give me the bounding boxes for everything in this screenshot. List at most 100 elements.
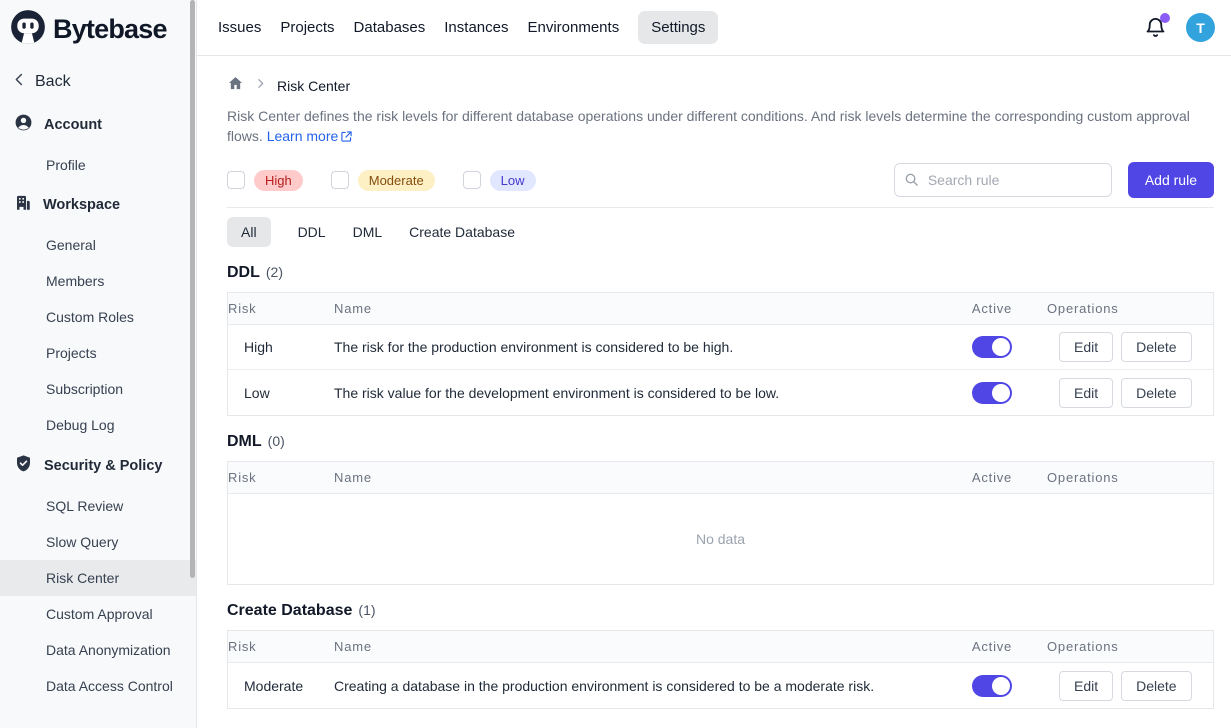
back-label: Back: [35, 73, 71, 91]
top-navigation: Issues Projects Databases Instances Envi…: [197, 0, 1231, 56]
edit-button[interactable]: Edit: [1059, 378, 1113, 408]
sidebar-group-account: Account: [0, 102, 196, 147]
tab-dml[interactable]: DML: [353, 217, 383, 247]
tab-create-database[interactable]: Create Database: [409, 217, 515, 247]
toggle-knob: [992, 384, 1010, 402]
delete-button[interactable]: Delete: [1121, 671, 1191, 701]
sidebar-item-projects[interactable]: Projects: [0, 335, 196, 371]
sidebar-group-label: Workspace: [43, 197, 120, 213]
page-description: Risk Center defines the risk levels for …: [227, 106, 1214, 146]
tab-ddl[interactable]: DDL: [298, 217, 326, 247]
user-avatar[interactable]: T: [1186, 13, 1215, 42]
high-checkbox[interactable]: [227, 171, 245, 189]
section-count: (1): [358, 602, 375, 618]
sidebar-item-custom-roles[interactable]: Custom Roles: [0, 299, 196, 335]
topnav-items: Issues Projects Databases Instances Envi…: [218, 11, 718, 44]
edit-button[interactable]: Edit: [1059, 671, 1113, 701]
external-link-icon: [338, 128, 353, 144]
filter-moderate: Moderate: [331, 170, 435, 191]
active-column-header: Active: [937, 462, 1047, 493]
moderate-risk-badge[interactable]: Moderate: [358, 170, 435, 191]
risk-value: Low: [228, 385, 334, 401]
toolbar-divider: [227, 207, 1214, 208]
brand-logo[interactable]: Bytebase: [0, 0, 196, 58]
risk-column-header: Risk: [228, 293, 334, 324]
nav-issues[interactable]: Issues: [218, 11, 261, 44]
sidebar-scrollbar[interactable]: [190, 0, 195, 578]
sidebar-item-profile[interactable]: Profile: [0, 147, 196, 183]
table-row: Moderate Creating a database in the prod…: [228, 663, 1213, 708]
add-rule-button[interactable]: Add rule: [1128, 162, 1214, 198]
settings-sidebar: Bytebase Back Account Profile Workspace: [0, 0, 197, 728]
active-toggle[interactable]: [972, 336, 1012, 358]
high-risk-badge[interactable]: High: [254, 170, 303, 191]
active-toggle[interactable]: [972, 675, 1012, 697]
back-button[interactable]: Back: [0, 58, 196, 102]
active-column-header: Active: [937, 293, 1047, 324]
tab-all[interactable]: All: [227, 217, 271, 247]
notification-dot: [1160, 13, 1170, 23]
sidebar-item-slow-query[interactable]: Slow Query: [0, 524, 196, 560]
sidebar-item-general[interactable]: General: [0, 227, 196, 263]
edit-button[interactable]: Edit: [1059, 332, 1113, 362]
search-icon: [904, 172, 919, 192]
home-icon[interactable]: [227, 75, 244, 97]
sidebar-item-custom-approval[interactable]: Custom Approval: [0, 596, 196, 632]
breadcrumb: Risk Center: [227, 75, 1214, 97]
main-area: Issues Projects Databases Instances Envi…: [197, 0, 1231, 728]
sidebar-group-label: Account: [44, 117, 102, 133]
user-circle-icon: [14, 113, 33, 136]
nav-projects[interactable]: Projects: [280, 11, 334, 44]
table-row: High The risk for the production environ…: [228, 325, 1213, 370]
low-checkbox[interactable]: [463, 171, 481, 189]
moderate-checkbox[interactable]: [331, 171, 349, 189]
rule-name: Creating a database in the production en…: [334, 678, 937, 694]
building-icon: [14, 194, 32, 216]
search-rule-input[interactable]: [894, 163, 1112, 197]
dml-section-heading: DML (0): [227, 433, 1214, 451]
notification-bell-button[interactable]: [1144, 16, 1168, 40]
sidebar-item-sql-review[interactable]: SQL Review: [0, 488, 196, 524]
active-column-header: Active: [937, 631, 1047, 662]
name-column-header: Name: [334, 293, 937, 324]
learn-more-link[interactable]: Learn more: [267, 128, 354, 144]
filter-toolbar-right: Add rule: [894, 162, 1214, 198]
nav-settings[interactable]: Settings: [638, 11, 718, 44]
table-header-row: Risk Name Active Operations: [228, 462, 1213, 494]
name-column-header: Name: [334, 462, 937, 493]
low-risk-badge[interactable]: Low: [490, 170, 536, 191]
create-database-section-heading: Create Database (1): [227, 602, 1214, 620]
active-toggle[interactable]: [972, 382, 1012, 404]
sidebar-item-data-anonymization[interactable]: Data Anonymization: [0, 632, 196, 668]
sidebar-group-workspace: Workspace: [0, 183, 196, 227]
empty-state: No data: [228, 494, 1213, 584]
page-description-text: Risk Center defines the risk levels for …: [227, 108, 1190, 144]
nav-environments[interactable]: Environments: [527, 11, 619, 44]
table-row: Low The risk value for the development e…: [228, 370, 1213, 415]
sidebar-item-members[interactable]: Members: [0, 263, 196, 299]
bytebase-robot-icon: [10, 9, 46, 50]
toggle-knob: [992, 338, 1010, 356]
learn-more-label: Learn more: [267, 128, 339, 144]
nav-instances[interactable]: Instances: [444, 11, 508, 44]
ddl-section-heading: DDL (2): [227, 264, 1214, 282]
operations-column-header: Operations: [1047, 631, 1213, 662]
sidebar-item-subscription[interactable]: Subscription: [0, 371, 196, 407]
shield-check-icon: [14, 454, 33, 477]
delete-button[interactable]: Delete: [1121, 378, 1191, 408]
sidebar-item-debug-log[interactable]: Debug Log: [0, 407, 196, 443]
category-tabs: All DDL DML Create Database: [227, 217, 1214, 247]
table-header-row: Risk Name Active Operations: [228, 631, 1213, 663]
operations-column-header: Operations: [1047, 293, 1213, 324]
filter-low: Low: [463, 170, 536, 191]
sidebar-item-data-access-control[interactable]: Data Access Control: [0, 668, 196, 704]
filter-high: High: [227, 170, 303, 191]
delete-button[interactable]: Delete: [1121, 332, 1191, 362]
section-count: (0): [268, 433, 285, 449]
sidebar-nav: Account Profile Workspace General Member…: [0, 102, 196, 704]
risk-value: High: [228, 339, 334, 355]
sidebar-item-risk-center[interactable]: Risk Center: [0, 560, 196, 596]
nav-databases[interactable]: Databases: [354, 11, 426, 44]
chevron-right-icon: [254, 77, 267, 95]
topnav-right: T: [1144, 13, 1215, 42]
